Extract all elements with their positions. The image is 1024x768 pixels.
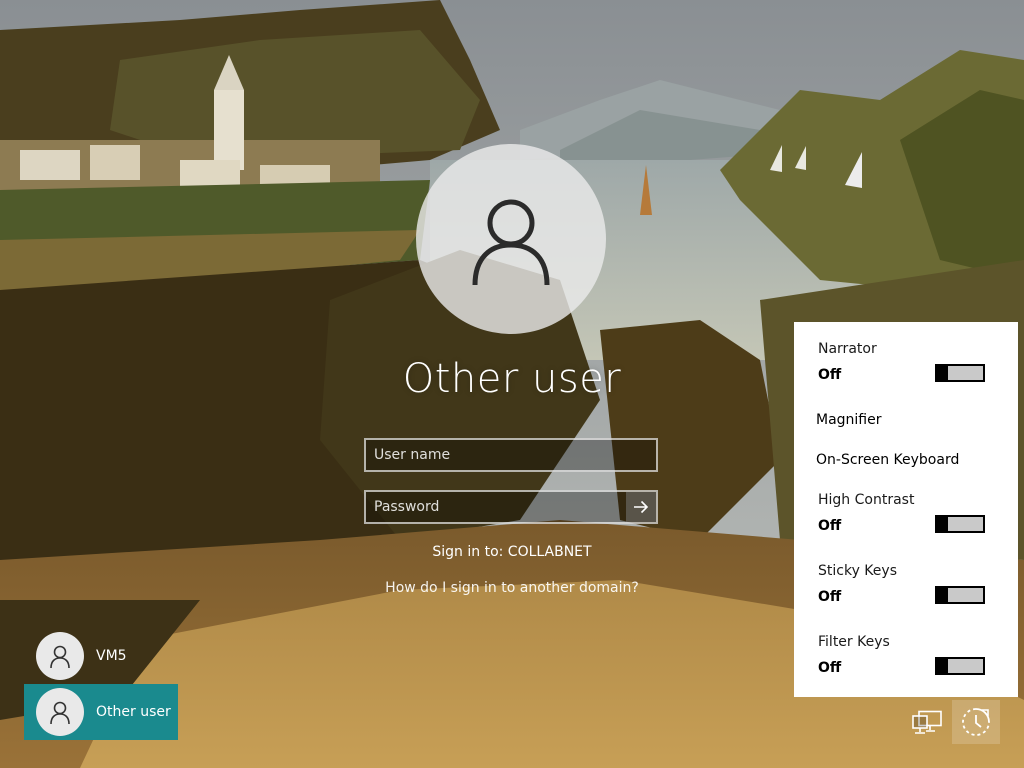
page-title: Other user — [402, 356, 622, 402]
narrator-label: Narrator — [818, 341, 877, 357]
domain-help-link[interactable]: How do I sign in to another domain? — [312, 580, 712, 596]
user-silhouette-icon — [50, 701, 70, 725]
filter-keys-state: Off — [818, 660, 842, 676]
user-tile-avatar — [36, 632, 84, 680]
on-screen-keyboard-option[interactable]: On-Screen Keyboard — [816, 452, 959, 468]
toggle-knob — [937, 657, 948, 675]
user-tile-vm5[interactable]: VM5 — [24, 628, 178, 684]
ease-of-access-icon — [962, 708, 990, 736]
toggle-knob — [937, 515, 948, 533]
user-silhouette-icon — [472, 199, 550, 286]
narrator-state: Off — [818, 367, 842, 383]
user-tile-avatar — [36, 688, 84, 736]
password-field-container — [364, 490, 658, 524]
sticky-keys-toggle[interactable] — [935, 586, 985, 604]
high-contrast-label: High Contrast — [818, 492, 915, 508]
sticky-keys-state: Off — [818, 589, 842, 605]
user-avatar — [416, 144, 606, 334]
user-silhouette-icon — [50, 645, 70, 669]
submit-button[interactable] — [626, 492, 656, 522]
high-contrast-state: Off — [818, 518, 842, 534]
toggle-knob — [937, 586, 948, 604]
narrator-toggle[interactable] — [935, 364, 985, 382]
filter-keys-toggle[interactable] — [935, 657, 985, 675]
username-input[interactable] — [366, 440, 656, 470]
ease-of-access-button[interactable] — [952, 700, 1000, 744]
magnifier-option[interactable]: Magnifier — [816, 412, 882, 428]
network-icon — [912, 710, 942, 734]
sticky-keys-label: Sticky Keys — [818, 563, 897, 579]
user-tile-label: Other user — [96, 704, 171, 720]
arrow-right-icon — [634, 500, 649, 514]
high-contrast-toggle[interactable] — [935, 515, 985, 533]
filter-keys-label: Filter Keys — [818, 634, 890, 650]
user-tile-label: VM5 — [96, 648, 127, 664]
ease-of-access-panel: Narrator Off Magnifier On-Screen Keyboar… — [794, 322, 1018, 697]
sign-in-domain-label: Sign in to: COLLABNET — [432, 544, 592, 560]
user-tile-other-user[interactable]: Other user — [24, 684, 178, 740]
toggle-knob — [937, 364, 948, 382]
username-field-container — [364, 438, 658, 472]
network-button[interactable] — [906, 704, 948, 742]
password-input[interactable] — [366, 492, 628, 522]
